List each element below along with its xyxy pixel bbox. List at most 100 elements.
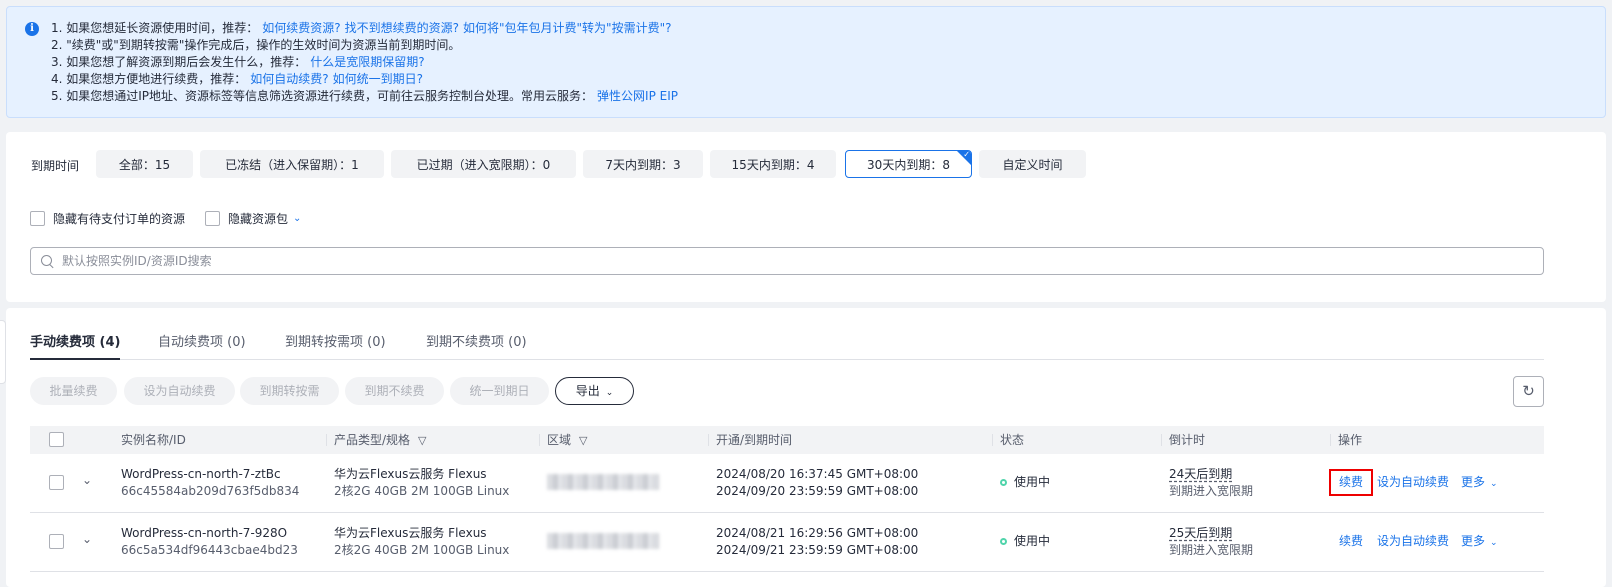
row-checkbox[interactable] — [49, 534, 64, 549]
product-spec: 2核2G 40GB 2M 100GB Linux — [334, 543, 510, 557]
col-status: 状态 — [992, 426, 1024, 454]
countdown-value[interactable]: 24天后到期 — [1169, 466, 1253, 483]
set-auto-renew-button[interactable]: 设为自动续费 — [124, 377, 235, 405]
chip-7-days[interactable]: 7天内到期：3 — [583, 150, 703, 178]
more-dropdown[interactable]: 更多 ⌄ — [1461, 474, 1498, 493]
renew-link[interactable]: 续费 — [1329, 469, 1374, 496]
set-auto-renew-link[interactable]: 设为自动续费 — [1377, 533, 1449, 550]
more-dropdown[interactable]: 更多 ⌄ — [1461, 533, 1498, 552]
chevron-down-icon: ⌄ — [1490, 538, 1498, 548]
filter-icon[interactable]: ▽ — [579, 427, 587, 455]
info-notice: i 1. 如果您想延长资源使用时间，推荐： 如何续费资源? 找不到想续费的资源? 如何… — [6, 6, 1606, 118]
filter-icon[interactable]: ▽ — [418, 427, 426, 455]
col-region: 区域 ▽ — [539, 426, 587, 455]
export-button[interactable]: 导出 ⌄ — [555, 377, 634, 405]
hide-pending-label: 隐藏有待支付订单的资源 — [53, 211, 186, 226]
instance-cell: WordPress-cn-north-7-928O 66c5a534df9644… — [121, 525, 298, 559]
col-product: 产品类型/规格 ▽ — [326, 426, 427, 455]
countdown-cell: 24天后到期 到期进入宽限期 — [1169, 466, 1253, 500]
status-badge: 使用中 — [1000, 533, 1050, 550]
notice-line-5: 5. 如果您想通过IP地址、资源标签等信息筛选资源进行续费，可前往云服务控制台处… — [51, 89, 678, 103]
tab-auto-renew[interactable]: 自动续费项 (0) — [158, 332, 246, 360]
product-spec: 2核2G 40GB 2M 100GB Linux — [334, 484, 510, 498]
region-blurred — [547, 533, 659, 549]
notice-line-3: 3. 如果您想了解资源到期后会发生什么，推荐： 什么是宽限期保留期? — [51, 55, 425, 69]
search-input[interactable] — [62, 254, 1543, 268]
row-checkbox[interactable] — [49, 475, 64, 490]
countdown-value[interactable]: 25天后到期 — [1169, 525, 1253, 542]
product-cell: 华为云Flexus云服务 Flexus 2核2G 40GB 2M 100GB L… — [334, 525, 509, 559]
filter-card: 到期时间 全部：15 已冻结（进入保留期）：1 已过期（进入宽限期）：0 7天内… — [6, 132, 1606, 302]
countdown-note: 到期进入宽限期 — [1169, 543, 1254, 557]
countdown-note: 到期进入宽限期 — [1169, 484, 1254, 498]
instance-cell: WordPress-cn-north-7-ztBc 66c45584ab209d… — [121, 466, 299, 500]
notice-line-4: 4. 如果您想方便地进行续费，推荐： 如何自动续费? 如何统一到期日? — [51, 72, 424, 86]
renewal-tabs: 手动续费项 (4) 自动续费项 (0) 到期转按需项 (0) 到期不续费项 (0… — [30, 328, 1544, 360]
renew-link[interactable]: 续费 — [1339, 533, 1363, 550]
notice-link-unify-expiry[interactable]: 如何统一到期日? — [333, 72, 423, 86]
notice-link-eip[interactable]: 弹性公网IP EIP — [597, 89, 678, 103]
expire-time-label: 到期时间 — [31, 159, 80, 173]
col-operations: 操作 — [1330, 426, 1362, 454]
notice-link-grace-period[interactable]: 什么是宽限期保留期? — [310, 55, 424, 69]
notice-line-1: 1. 如果您想延长资源使用时间，推荐： 如何续费资源? 找不到想续费的资源? 如何将"… — [51, 21, 672, 35]
product-cell: 华为云Flexus云服务 Flexus 2核2G 40GB 2M 100GB L… — [334, 466, 509, 500]
chip-30-days-label: 30天内到期：8 — [867, 158, 950, 172]
instance-name: WordPress-cn-north-7-ztBc — [121, 467, 281, 481]
product-type: 华为云Flexus云服务 Flexus — [334, 467, 487, 481]
chevron-down-icon[interactable]: ⌄ — [82, 532, 92, 546]
status-dot-icon — [1000, 538, 1007, 545]
status-badge: 使用中 — [1000, 474, 1050, 491]
select-all-checkbox[interactable] — [49, 432, 64, 447]
tab-manual-renew[interactable]: 手动续费项 (4) — [30, 332, 121, 360]
hide-pending-checkbox[interactable] — [30, 210, 45, 226]
end-time: 2024/09/20 23:59:59 GMT+08:00 — [716, 484, 919, 498]
chip-expired[interactable]: 已过期（进入宽限期）：0 — [391, 150, 576, 178]
no-renew-button[interactable]: 到期不续费 — [345, 377, 444, 405]
notice-link-cannot-find-resource[interactable]: 找不到想续费的资源? — [345, 21, 459, 35]
notice-line-2: 2. "续费"或"到期转按需"操作完成后，操作的生效时间为资源当前到期时间。 — [51, 38, 461, 52]
chevron-down-icon[interactable]: ⌄ — [293, 213, 301, 224]
start-time: 2024/08/20 16:37:45 GMT+08:00 — [716, 467, 919, 481]
check-icon: ✓ — [963, 150, 970, 159]
chip-frozen[interactable]: 已冻结（进入保留期）：1 — [200, 150, 384, 178]
notice-link-how-to-renew[interactable]: 如何续费资源? — [262, 21, 340, 35]
export-label: 导出 — [575, 384, 600, 398]
batch-renew-button[interactable]: 批量续费 — [30, 377, 117, 405]
instance-id: 66c45584ab209d763f5db834 — [121, 484, 300, 498]
search-icon — [41, 254, 54, 268]
resource-list-card: 手动续费项 (4) 自动续费项 (0) 到期转按需项 (0) 到期不续费项 (0… — [6, 308, 1606, 587]
search-box[interactable] — [30, 247, 1544, 275]
start-time: 2024/08/21 16:29:56 GMT+08:00 — [716, 526, 919, 540]
instance-name: WordPress-cn-north-7-928O — [121, 526, 288, 540]
refresh-button[interactable]: ↻ — [1513, 376, 1544, 407]
notice-link-auto-renew[interactable]: 如何自动续费? — [250, 72, 328, 86]
countdown-cell: 25天后到期 到期进入宽限期 — [1169, 525, 1253, 559]
chip-custom-time[interactable]: 自定义时间 — [979, 150, 1086, 178]
chip-15-days[interactable]: 15天内到期：4 — [710, 150, 836, 178]
tab-to-on-demand[interactable]: 到期转按需项 (0) — [285, 332, 386, 360]
chevron-down-icon: ⌄ — [605, 388, 614, 398]
info-icon: i — [25, 22, 39, 36]
hide-package-label: 隐藏资源包 — [228, 211, 289, 226]
chip-30-days[interactable]: 30天内到期：8 ✓ — [845, 150, 972, 178]
tab-no-renew[interactable]: 到期不续费项 (0) — [426, 332, 527, 360]
chevron-down-icon[interactable]: ⌄ — [82, 473, 92, 487]
table-row: ⌄ WordPress-cn-north-7-ztBc 66c45584ab20… — [30, 454, 1544, 513]
instance-id: 66c5a534df96443cbae4bd23 — [121, 543, 298, 557]
status-dot-icon — [1000, 479, 1007, 486]
set-auto-renew-link[interactable]: 设为自动续费 — [1377, 474, 1449, 491]
chip-all[interactable]: 全部：15 — [96, 150, 193, 178]
time-cell: 2024/08/21 16:29:56 GMT+08:00 2024/09/21… — [716, 525, 918, 559]
region-blurred — [547, 474, 659, 490]
hide-package-checkbox[interactable] — [205, 210, 220, 226]
end-time: 2024/09/21 23:59:59 GMT+08:00 — [716, 543, 919, 557]
table-header: 实例名称/ID 产品类型/规格 ▽ 区域 ▽ 开通/到期时间 状态 倒计时 操作 — [30, 426, 1544, 454]
notice-link-convert-billing[interactable]: 如何将"包年包月计费"转为"按需计费"? — [463, 21, 671, 35]
unify-expiry-button[interactable]: 统一到期日 — [450, 377, 549, 405]
time-cell: 2024/08/20 16:37:45 GMT+08:00 2024/09/20… — [716, 466, 918, 500]
to-on-demand-button[interactable]: 到期转按需 — [240, 377, 339, 405]
hide-package-option[interactable]: 隐藏资源包 ⌄ — [205, 210, 301, 226]
product-type: 华为云Flexus云服务 Flexus — [334, 526, 487, 540]
hide-pending-orders-option[interactable]: 隐藏有待支付订单的资源 — [30, 210, 185, 226]
